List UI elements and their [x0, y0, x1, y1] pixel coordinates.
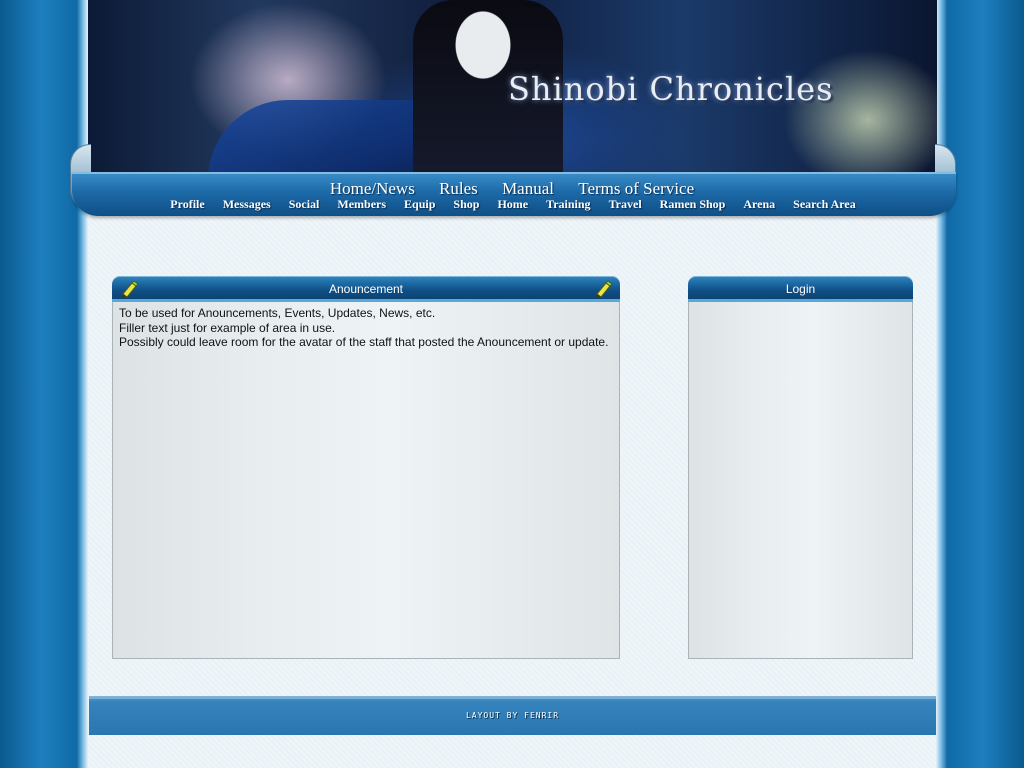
nav-link-social[interactable]: Social — [289, 197, 320, 211]
footer: LAYOUT BY FENRIR — [89, 696, 936, 735]
nav-link-terms-of-service[interactable]: Terms of Service — [578, 179, 694, 198]
announcement-line: To be used for Anouncements, Events, Upd… — [119, 306, 436, 320]
announcement-body: To be used for Anouncements, Events, Upd… — [112, 302, 620, 659]
nav-link-manual[interactable]: Manual — [502, 179, 554, 198]
nav-link-arena[interactable]: Arena — [743, 197, 775, 211]
nav-link-members[interactable]: Members — [337, 197, 386, 211]
announcement-line: Filler text just for example of area in … — [119, 320, 336, 335]
footer-credit: LAYOUT BY FENRIR — [465, 711, 560, 720]
nav-link-rules[interactable]: Rules — [439, 179, 478, 198]
sub-nav: Profile Messages Social Members Equip Sh… — [148, 197, 878, 212]
nav-link-home-news[interactable]: Home/News — [330, 179, 415, 198]
nav-link-ramen-shop[interactable]: Ramen Shop — [660, 197, 726, 211]
header-banner: Shinobi Chronicles — [88, 0, 937, 180]
pencil-icon — [596, 280, 613, 298]
login-body — [688, 302, 913, 659]
login-title: Login — [785, 282, 816, 296]
nav-link-home[interactable]: Home — [497, 197, 528, 211]
announcement-title: Anouncement — [328, 282, 404, 296]
announcement-header: Anouncement — [112, 276, 620, 302]
announcement-line: Possibly could leave room for the avatar… — [119, 335, 609, 349]
nav-link-training[interactable]: Training — [546, 197, 590, 211]
login-header: Login — [688, 276, 913, 302]
nav-link-equip[interactable]: Equip — [404, 197, 435, 211]
nav-link-profile[interactable]: Profile — [170, 197, 204, 211]
pencil-icon — [122, 280, 139, 298]
main-nav: Home/News Rules Manual Terms of Service — [0, 179, 1024, 199]
announcement-panel: Anouncement To be used for Anouncements,… — [112, 276, 620, 659]
login-panel: Login — [688, 276, 913, 659]
nav-link-messages[interactable]: Messages — [223, 197, 271, 211]
nav-link-shop[interactable]: Shop — [453, 197, 479, 211]
site-title: Shinobi Chronicles — [508, 70, 834, 108]
nav-link-search-area[interactable]: Search Area — [793, 197, 856, 211]
nav-link-travel[interactable]: Travel — [609, 197, 642, 211]
